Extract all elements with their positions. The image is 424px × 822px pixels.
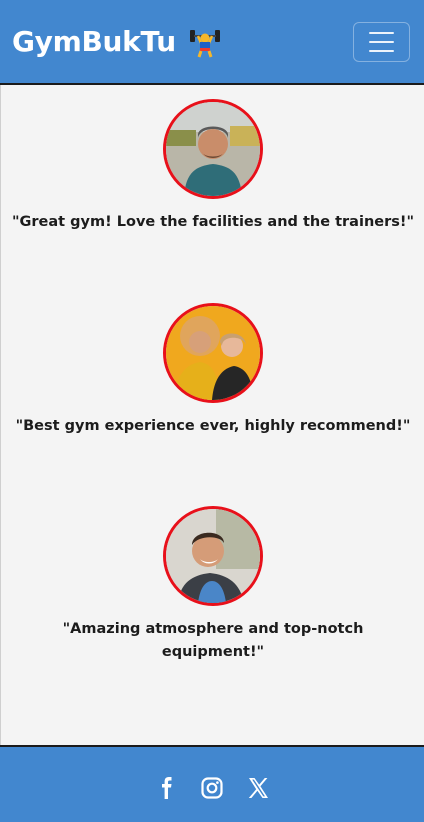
footer [0,745,424,822]
man-avatar [163,99,263,199]
navbar: GymBukTu [0,0,424,85]
menu-toggle-button[interactable] [353,21,410,62]
weightlifter-icon [189,26,220,58]
brand-name[interactable]: GymBukTu [12,25,176,58]
facebook-icon[interactable] [153,775,179,801]
testimonial-card: "Amazing atmosphere and top-notch equipm… [1,506,424,664]
testimonial-quote: "Great gym! Love the facilities and the … [11,214,415,230]
testimonials-section: "Great gym! Love the facilities and the … [0,85,424,745]
two-women-avatar [163,303,263,403]
testimonial-quote: "Best gym experience ever, highly recomm… [15,418,411,434]
hamburger-menu-icon [369,31,394,34]
testimonial-quote: "Amazing atmosphere and top-notch equipm… [62,621,364,660]
brand[interactable]: GymBukTu [12,25,220,58]
testimonial-card: "Best gym experience ever, highly recomm… [1,303,424,438]
instagram-icon[interactable] [199,775,225,801]
x-icon[interactable] [245,775,271,801]
testimonial-card: "Great gym! Love the facilities and the … [1,99,424,234]
smiling-man-avatar [163,506,263,606]
